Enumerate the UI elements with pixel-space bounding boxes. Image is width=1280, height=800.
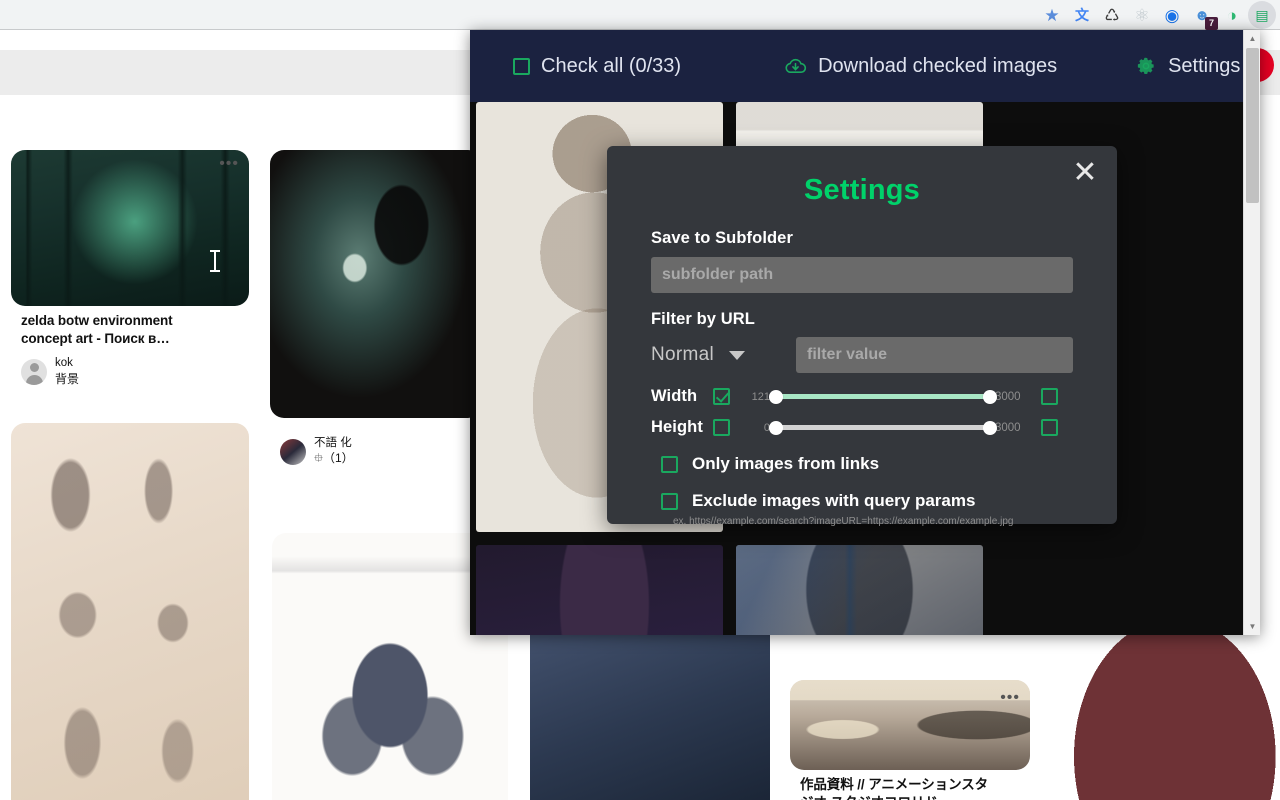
filter-by-url-label: Filter by URL: [651, 310, 755, 328]
pin-author[interactable]: kok 背景: [21, 356, 239, 387]
width-slider-knob-max[interactable]: [983, 389, 997, 404]
more-options-icon[interactable]: •••: [219, 156, 239, 172]
pin-image[interactable]: [11, 150, 249, 306]
width-filter-row: Width 121 3000: [607, 387, 1117, 406]
thumbnail-image[interactable]: [736, 545, 983, 635]
pin-figure-studies[interactable]: [11, 423, 249, 800]
settings-dialog-title: Settings: [804, 174, 920, 206]
height-slider[interactable]: 0 3000: [746, 420, 1021, 435]
exclude-query-params-checkbox[interactable]: [661, 492, 678, 510]
pin-skull-king[interactable]: 不語 化 ⯐（1）: [270, 150, 482, 467]
height-enable-checkbox[interactable]: [713, 419, 730, 436]
width-min-value: 121: [751, 390, 770, 403]
only-images-from-links-checkbox[interactable]: [661, 455, 678, 473]
chevron-down-icon[interactable]: [729, 350, 746, 360]
browser-extension-icon-row: ★ 文 ♺ ⚛ ◉ ☻ 7 ◑ ▤: [1038, 0, 1276, 30]
width-slider[interactable]: 121 3000: [746, 389, 1021, 404]
download-checked-images-label: Download checked images: [818, 54, 1058, 77]
user-avatar-icon: [280, 438, 306, 465]
settings-button[interactable]: Settings: [1135, 55, 1240, 78]
pin-image[interactable]: [790, 680, 1030, 770]
check-all-label: Check all (0/33): [541, 54, 682, 77]
more-options-icon[interactable]: •••: [1000, 690, 1020, 706]
height-slider-knob-max[interactable]: [983, 420, 997, 435]
subfolder-path-input[interactable]: [651, 257, 1073, 293]
filter-by-url-section: Filter by URL Normal: [607, 293, 1117, 373]
pin-author-name: 不語 化: [314, 437, 352, 449]
bookmark-star-icon[interactable]: ★: [1038, 1, 1066, 29]
text-cursor: [210, 250, 220, 272]
exclude-query-params-row[interactable]: Exclude images with query params: [607, 491, 1117, 511]
scrollbar-thumb[interactable]: [1246, 48, 1259, 203]
height-min-value: 0: [763, 421, 770, 434]
pin-image[interactable]: [270, 150, 482, 418]
height-secondary-checkbox[interactable]: [1040, 419, 1058, 436]
width-label: Width: [651, 387, 698, 405]
scrollbar-down-arrow[interactable]: ▼: [1244, 618, 1260, 635]
pin-author-name: kok: [55, 357, 73, 370]
thumb-anime-character[interactable]: pinimg.com/? 🔍 ↗ ⭳: [476, 545, 723, 635]
pin-board-name: ⯐（1）: [314, 451, 354, 466]
pin-title: zelda botw environment concept art - Пои…: [21, 313, 173, 347]
exclude-query-params-label: Exclude images with query params: [692, 491, 976, 510]
pin-image[interactable]: [1050, 630, 1280, 800]
ghost-extension-icon[interactable]: ☻ 7: [1188, 1, 1218, 30]
react-devtools-icon[interactable]: ⚛: [1128, 1, 1156, 29]
only-images-from-links-row[interactable]: Only images from links: [607, 454, 1117, 474]
extension-badge-count: 7: [1205, 17, 1218, 30]
pin-board-name: 背景: [55, 371, 80, 386]
pin-kimono-character[interactable]: [1050, 630, 1280, 800]
height-max-value: 3000: [995, 421, 1021, 434]
pin-author[interactable]: 不語 化 ⯐（1）: [280, 436, 472, 467]
thumbnail-image[interactable]: [476, 545, 723, 635]
panel-toolbar: Check all (0/33) Download checked images…: [470, 30, 1243, 102]
scrollbar-up-arrow[interactable]: ▲: [1244, 30, 1260, 47]
panel-scrollbar[interactable]: ▲ ▼: [1243, 30, 1260, 635]
save-to-subfolder-section: Save to Subfolder: [607, 207, 1117, 293]
browser-toolbar: ★ 文 ♺ ⚛ ◉ ☻ 7 ◑ ▤: [0, 0, 1280, 30]
checkbox-empty-icon[interactable]: [513, 57, 530, 75]
download-checked-images-button[interactable]: Download checked images: [784, 55, 1057, 78]
width-max-value: 3000: [995, 390, 1021, 403]
gear-icon[interactable]: [1135, 55, 1157, 77]
filter-value-input[interactable]: [796, 337, 1073, 373]
settings-label: Settings: [1168, 54, 1241, 77]
pin-author-text: kok 背景: [55, 356, 79, 387]
height-slider-knob-min[interactable]: [769, 420, 783, 435]
check-all-button[interactable]: Check all (0/33): [513, 55, 681, 78]
pin-meta: ••• 作品資料 // アニメーションスタジオ スタジオコロリド: [790, 690, 1030, 800]
width-slider-track[interactable]: [769, 389, 997, 404]
width-slider-knob-min[interactable]: [769, 389, 783, 404]
default-avatar-icon: [21, 358, 47, 385]
thumb-armor-concept[interactable]: [736, 545, 983, 635]
image-downloader-extension-icon[interactable]: ▤: [1248, 1, 1276, 29]
width-secondary-checkbox[interactable]: [1040, 388, 1058, 405]
google-translate-icon[interactable]: 文: [1068, 1, 1096, 29]
eye-extension-icon[interactable]: ◉: [1158, 1, 1186, 29]
color-wheel-extension-icon[interactable]: ◑: [1218, 1, 1246, 29]
height-filter-row: Height 0 3000: [607, 418, 1117, 437]
pin-meta: ••• zelda botw environment concept art -…: [11, 156, 249, 387]
filter-row: Normal: [651, 337, 1073, 373]
width-enable-checkbox[interactable]: [713, 388, 730, 405]
height-slider-track[interactable]: [769, 420, 997, 435]
recycle-icon[interactable]: ♺: [1098, 1, 1126, 29]
exclude-query-params-hint: ex. https//example.com/search?imageURL=h…: [673, 516, 1014, 527]
save-to-subfolder-label: Save to Subfolder: [651, 229, 793, 247]
pin-author-text: 不語 化 ⯐（1）: [314, 436, 354, 467]
close-x-icon[interactable]: ✕: [1067, 156, 1103, 192]
filter-mode-dropdown[interactable]: Normal: [651, 344, 796, 366]
cloud-download-icon[interactable]: [784, 57, 807, 76]
settings-dialog: ✕ Settings Save to Subfolder Filter by U…: [607, 146, 1117, 527]
only-images-from-links-label: Only images from links: [692, 454, 880, 473]
pin-meta: 不語 化 ⯐（1）: [270, 418, 482, 467]
filter-mode-value: Normal: [651, 344, 715, 365]
pin-image[interactable]: [11, 423, 249, 800]
height-label: Height: [651, 418, 703, 436]
pin-studio-colorido[interactable]: ••• 作品資料 // アニメーションスタジオ スタジオコロリド: [790, 680, 1030, 800]
pin-title: 作品資料 // アニメーションスタジオ スタジオコロリド: [800, 777, 988, 800]
